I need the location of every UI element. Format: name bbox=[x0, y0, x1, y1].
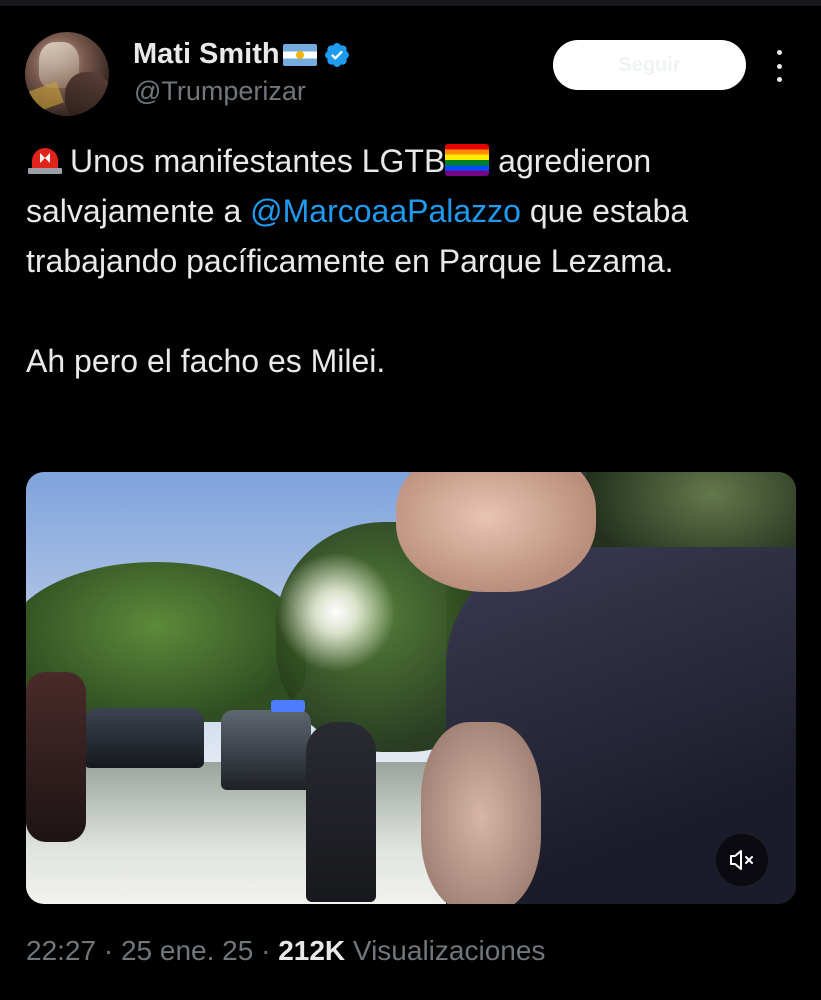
rotating-light-icon bbox=[26, 144, 64, 176]
video-player[interactable] bbox=[26, 472, 796, 904]
tweet-meta: 22:27 · 25 ene. 25 · 212K Visualizacione… bbox=[26, 935, 545, 967]
author-display-name[interactable]: Mati Smith bbox=[133, 38, 280, 71]
tweet-text-part: Unos manifestantes LGTB bbox=[70, 143, 446, 179]
tweet-date[interactable]: 25 ene. 25 bbox=[121, 935, 253, 966]
mention-link[interactable]: @MarcoaaPalazzo bbox=[250, 193, 521, 229]
video-frame-person bbox=[26, 672, 86, 842]
verified-badge-icon bbox=[324, 42, 349, 67]
top-divider bbox=[0, 0, 821, 6]
views-count: 212K bbox=[278, 935, 346, 966]
author-name-row[interactable]: Mati Smith bbox=[133, 38, 351, 71]
tweet-paragraph: Unos manifestantes LGTB agredieron salva… bbox=[26, 136, 801, 286]
video-frame-person bbox=[306, 722, 376, 902]
author-handle[interactable]: @Trumperizar bbox=[134, 76, 306, 107]
tweet-paragraph: Ah pero el facho es Milei. bbox=[26, 343, 386, 379]
more-options-icon[interactable] bbox=[770, 50, 788, 82]
separator: · bbox=[96, 935, 121, 966]
tweet-text: Unos manifestantes LGTB agredieron salva… bbox=[26, 136, 801, 386]
separator: · bbox=[253, 935, 279, 966]
avatar-shape bbox=[65, 72, 109, 116]
views-label: Visualizaciones bbox=[345, 935, 546, 966]
rainbow-flag-icon bbox=[445, 144, 490, 176]
argentina-flag-icon bbox=[282, 43, 317, 66]
tweet-time[interactable]: 22:27 bbox=[26, 935, 96, 966]
avatar[interactable] bbox=[25, 32, 109, 116]
video-frame-hand bbox=[421, 722, 541, 904]
mute-button[interactable] bbox=[716, 834, 768, 886]
video-frame-face bbox=[396, 472, 596, 592]
video-frame-sun bbox=[276, 552, 396, 672]
video-frame-car bbox=[221, 710, 311, 790]
speaker-muted-icon bbox=[730, 850, 753, 870]
video-frame-car bbox=[84, 708, 204, 768]
video-frame-police-light bbox=[271, 700, 305, 712]
follow-button[interactable]: Seguir bbox=[553, 40, 746, 90]
